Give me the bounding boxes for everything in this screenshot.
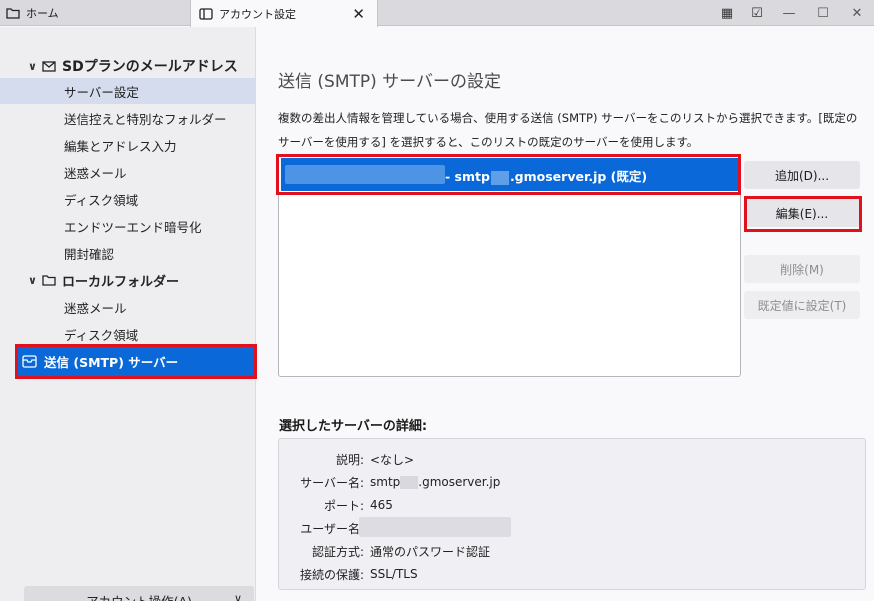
sidebar-item-return-receipts[interactable]: 開封確認 <box>0 240 256 266</box>
detail-key: 説明: <box>335 452 364 467</box>
account-actions-label: アカウント操作(A) <box>86 593 192 601</box>
sidebar-item-label: ディスク領域 <box>64 192 139 208</box>
folder-icon <box>6 7 20 19</box>
detail-value: smtp .gmoserver.jp <box>370 475 500 489</box>
sidebar-item-label: エンドツーエンド暗号化 <box>64 219 202 235</box>
tab-account-settings[interactable]: アカウント設定 ✕ <box>190 0 378 27</box>
set-default-button[interactable]: 既定値に設定(T) <box>744 291 860 319</box>
detail-value: 465 <box>370 498 393 512</box>
redacted-username <box>359 517 511 537</box>
outbox-icon <box>22 355 40 368</box>
highlight-box <box>276 154 741 195</box>
sidebar-account-header[interactable]: ∨ SDプランのメールアドレス <box>0 53 256 79</box>
button-label: 追加(D)... <box>774 168 830 183</box>
detail-value: SSL/TLS <box>370 567 418 581</box>
details-heading: 選択したサーバーの詳細: <box>279 419 428 434</box>
tab-account-settings-label: アカウント設定 <box>219 7 296 21</box>
detail-row-port: ポート: 465 <box>279 494 867 516</box>
chevron-down-icon: ∨ <box>28 59 37 73</box>
window-controls: ▦ ☑ — ☐ ✕ <box>712 0 874 26</box>
sidebar-item-e2e-encryption[interactable]: エンドツーエンド暗号化 <box>0 213 256 239</box>
close-window-icon[interactable]: ✕ <box>840 0 874 26</box>
detail-row-security: 接続の保護: SSL/TLS <box>279 563 867 585</box>
account-actions-button[interactable]: アカウント操作(A) ∨ <box>24 586 254 601</box>
detail-value: 通常のパスワード認証 <box>370 544 491 559</box>
account-sidebar: ∨ SDプランのメールアドレス サーバー設定 送信控えと特別なフォルダー 編集と… <box>0 27 257 601</box>
sidebar-item-disk-space[interactable]: ディスク領域 <box>0 186 256 212</box>
detail-row-auth: 認証方式: 通常のパスワード認証 <box>279 540 867 562</box>
sidebar-item-composition[interactable]: 編集とアドレス入力 <box>0 132 256 158</box>
detail-key: 接続の保護: <box>299 567 364 582</box>
sidebar-item-label: 送信控えと特別なフォルダー <box>64 111 227 127</box>
maximize-icon[interactable]: ☐ <box>806 0 840 26</box>
detail-row-description: 説明: <なし> <box>279 448 867 470</box>
tab-close-icon[interactable]: ✕ <box>352 5 365 23</box>
minimize-icon[interactable]: — <box>772 0 806 26</box>
sidebar-item-label: 編集とアドレス入力 <box>64 138 177 154</box>
settings-tab-icon <box>199 7 213 20</box>
highlight-box <box>744 196 862 232</box>
mail-icon <box>42 60 58 72</box>
sidebar-local-folders-title: ローカルフォルダー <box>62 274 180 290</box>
detail-key: ポート: <box>323 498 364 513</box>
server-suffix: .gmoserver.jp <box>418 475 501 489</box>
detail-row-server: サーバー名: smtp .gmoserver.jp <box>279 471 867 493</box>
description-line: 複数の差出人情報を管理している場合、使用する送信 (SMTP) サーバーをこのリ… <box>278 111 858 125</box>
sidebar-item-copies-folders[interactable]: 送信控えと特別なフォルダー <box>0 105 256 131</box>
tab-home-label: ホーム <box>26 7 59 20</box>
sidebar-item-label: 迷惑メール <box>64 165 127 181</box>
tab-home[interactable]: ホーム <box>0 0 190 26</box>
sidebar-item-server-settings[interactable]: サーバー設定 <box>0 78 256 104</box>
page-title: 送信 (SMTP) サーバーの設定 <box>278 72 501 92</box>
sidebar-item-label: 迷惑メール <box>64 300 127 316</box>
smtp-settings-pane: 送信 (SMTP) サーバーの設定 複数の差出人情報を管理している場合、使用する… <box>257 27 874 601</box>
delete-server-button[interactable]: 削除(M) <box>744 255 860 283</box>
sidebar-item-label: 開封確認 <box>64 246 115 262</box>
tab-bar: ホーム アカウント設定 ✕ ▦ ☑ — ☐ ✕ <box>0 0 874 27</box>
description-line: サーバーを使用する] を選択すると、このリストの既定のサーバーを使用します。 <box>278 135 699 149</box>
detail-key: 認証方式: <box>311 544 364 559</box>
sidebar-item-junk[interactable]: 迷惑メール <box>0 159 256 185</box>
button-label: 削除(M) <box>780 262 824 277</box>
sidebar-item-local-disk-space[interactable]: ディスク領域 <box>0 321 256 347</box>
button-label: 既定値に設定(T) <box>757 298 847 313</box>
sidebar-item-label: 送信 (SMTP) サーバー <box>44 355 179 370</box>
sidebar-item-smtp-servers[interactable]: 送信 (SMTP) サーバー <box>15 344 257 379</box>
sidebar-item-label: ディスク領域 <box>64 327 139 343</box>
chevron-down-icon: ∨ <box>28 273 37 287</box>
detail-key: サーバー名: <box>300 475 364 490</box>
redacted-text <box>400 476 419 489</box>
page-description: 複数の差出人情報を管理している場合、使用する送信 (SMTP) サーバーをこのリ… <box>278 106 868 154</box>
server-prefix: smtp <box>370 475 401 489</box>
calendar-icon[interactable]: ▦ <box>712 0 742 26</box>
tasks-icon[interactable]: ☑ <box>742 0 772 26</box>
sidebar-local-folders-header[interactable]: ∨ ローカルフォルダー <box>0 267 256 293</box>
sidebar-item-local-junk[interactable]: 迷惑メール <box>0 294 256 320</box>
server-details-panel: 説明: <なし> サーバー名: smtp .gmoserver.jp ポート: 4… <box>278 438 866 590</box>
folder-icon <box>42 274 58 286</box>
detail-value: <なし> <box>370 452 415 467</box>
add-server-button[interactable]: 追加(D)... <box>744 161 860 189</box>
sidebar-account-title: SDプランのメールアドレス <box>62 59 238 75</box>
chevron-down-icon: ∨ <box>233 592 242 601</box>
detail-key: ユーザー名: <box>300 521 364 536</box>
sidebar-item-label: サーバー設定 <box>64 84 139 100</box>
